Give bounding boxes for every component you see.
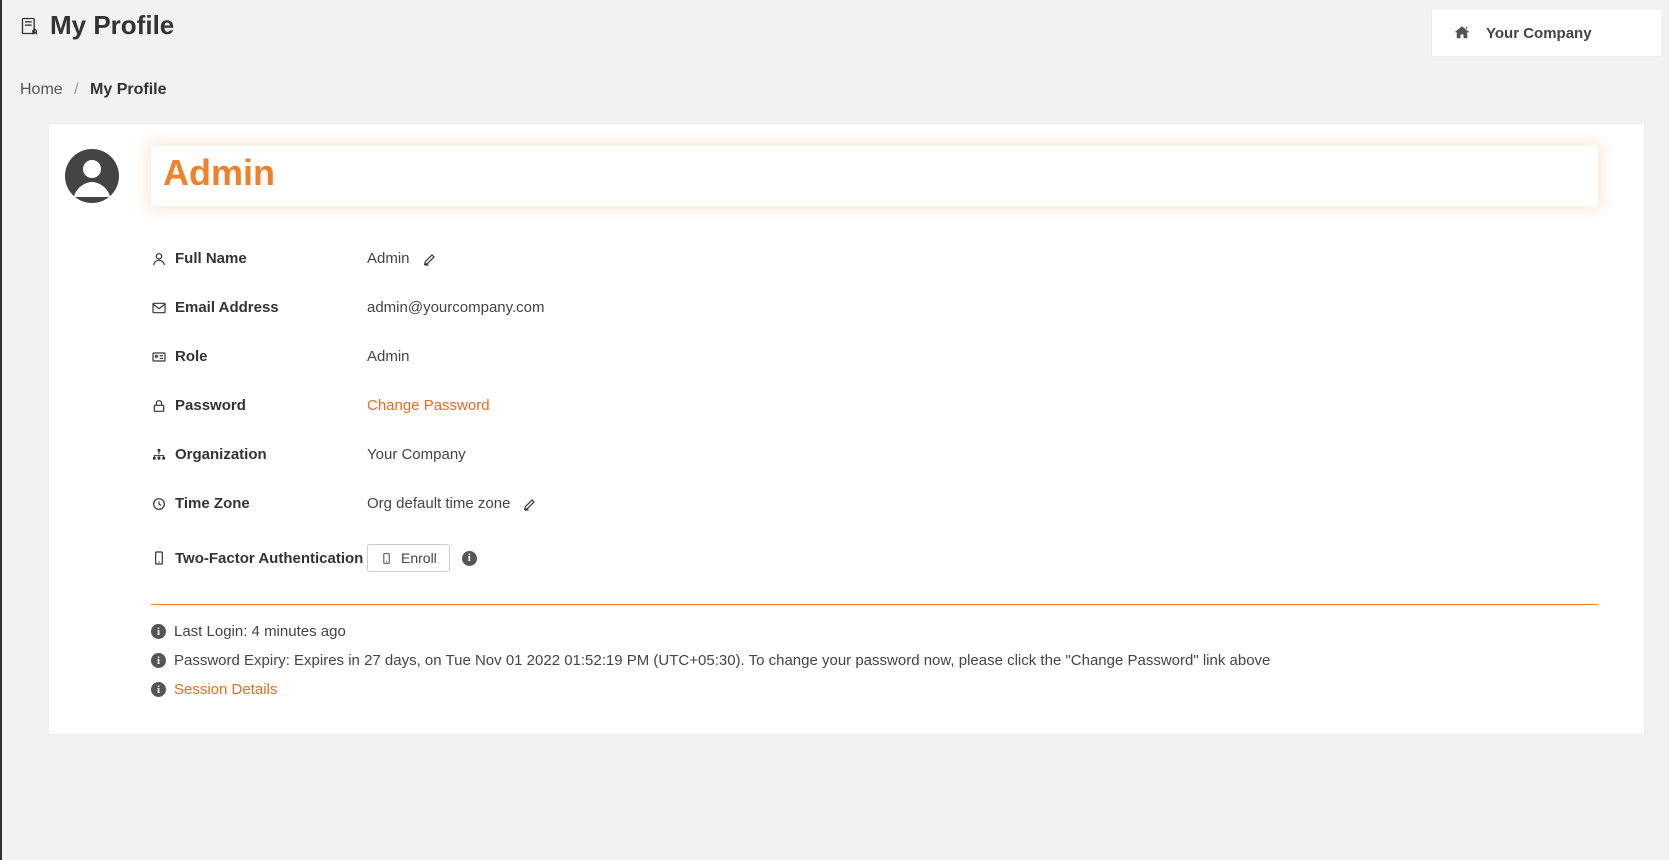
session-details-row: i Session Details bbox=[151, 675, 1598, 704]
session-details-link[interactable]: Session Details bbox=[174, 681, 277, 698]
id-card-icon bbox=[151, 349, 167, 365]
profile-display-name: Admin bbox=[151, 146, 1598, 206]
timezone-label: Time Zone bbox=[175, 495, 250, 512]
company-selector[interactable]: Your Company bbox=[1431, 10, 1661, 57]
enroll-button[interactable]: Enroll bbox=[367, 544, 450, 572]
field-password: Password Change Password bbox=[151, 381, 1598, 430]
info-icon: i bbox=[151, 682, 166, 697]
password-expiry-row: i Password Expiry: Expires in 27 days, o… bbox=[151, 646, 1598, 675]
home-icon bbox=[1452, 24, 1472, 42]
info-icon: i bbox=[151, 653, 166, 668]
lock-icon bbox=[151, 398, 167, 414]
breadcrumb-current: My Profile bbox=[90, 81, 166, 98]
breadcrumb-separator: / bbox=[74, 81, 78, 98]
profile-card: Admin Full Name Admin bbox=[48, 123, 1645, 735]
timezone-value: Org default time zone bbox=[367, 495, 510, 512]
last-login-row: i Last Login: 4 minutes ago bbox=[151, 617, 1598, 646]
user-icon bbox=[151, 251, 167, 267]
field-full-name: Full Name Admin bbox=[151, 234, 1598, 283]
change-password-link[interactable]: Change Password bbox=[367, 397, 490, 414]
email-value: admin@yourcompany.com bbox=[367, 299, 545, 316]
breadcrumb: Home / My Profile bbox=[2, 57, 1669, 123]
clock-icon bbox=[151, 496, 167, 512]
full-name-value: Admin bbox=[367, 250, 410, 267]
organization-value: Your Company bbox=[367, 446, 466, 463]
device-small-icon bbox=[380, 552, 393, 565]
edit-timezone-icon[interactable] bbox=[522, 496, 538, 512]
field-role: Role Admin bbox=[151, 332, 1598, 381]
enroll-button-label: Enroll bbox=[401, 550, 437, 566]
password-label: Password bbox=[175, 397, 246, 414]
field-organization: Organization Your Company bbox=[151, 430, 1598, 479]
field-email: Email Address admin@yourcompany.com bbox=[151, 283, 1598, 332]
page-title: My Profile bbox=[50, 10, 174, 41]
org-icon bbox=[151, 447, 167, 463]
info-icon: i bbox=[151, 624, 166, 639]
breadcrumb-home[interactable]: Home bbox=[20, 81, 63, 98]
role-label: Role bbox=[175, 348, 208, 365]
mail-icon bbox=[151, 300, 167, 316]
organization-label: Organization bbox=[175, 446, 267, 463]
field-timezone: Time Zone Org default time zone bbox=[151, 479, 1598, 528]
field-tfa: Two-Factor Authentication Enroll i bbox=[151, 528, 1598, 588]
email-label: Email Address bbox=[175, 299, 279, 316]
divider bbox=[151, 604, 1598, 605]
tfa-label: Two-Factor Authentication bbox=[175, 550, 363, 567]
avatar bbox=[63, 147, 121, 205]
last-login-text: Last Login: 4 minutes ago bbox=[174, 623, 346, 640]
edit-full-name-icon[interactable] bbox=[422, 251, 438, 267]
password-expiry-text: Password Expiry: Expires in 27 days, on … bbox=[174, 652, 1270, 669]
tfa-info-icon[interactable]: i bbox=[462, 551, 477, 566]
profile-page-icon bbox=[20, 16, 40, 36]
device-icon bbox=[151, 550, 167, 566]
full-name-label: Full Name bbox=[175, 250, 247, 267]
role-value: Admin bbox=[367, 348, 410, 365]
company-label: Your Company bbox=[1486, 25, 1592, 42]
